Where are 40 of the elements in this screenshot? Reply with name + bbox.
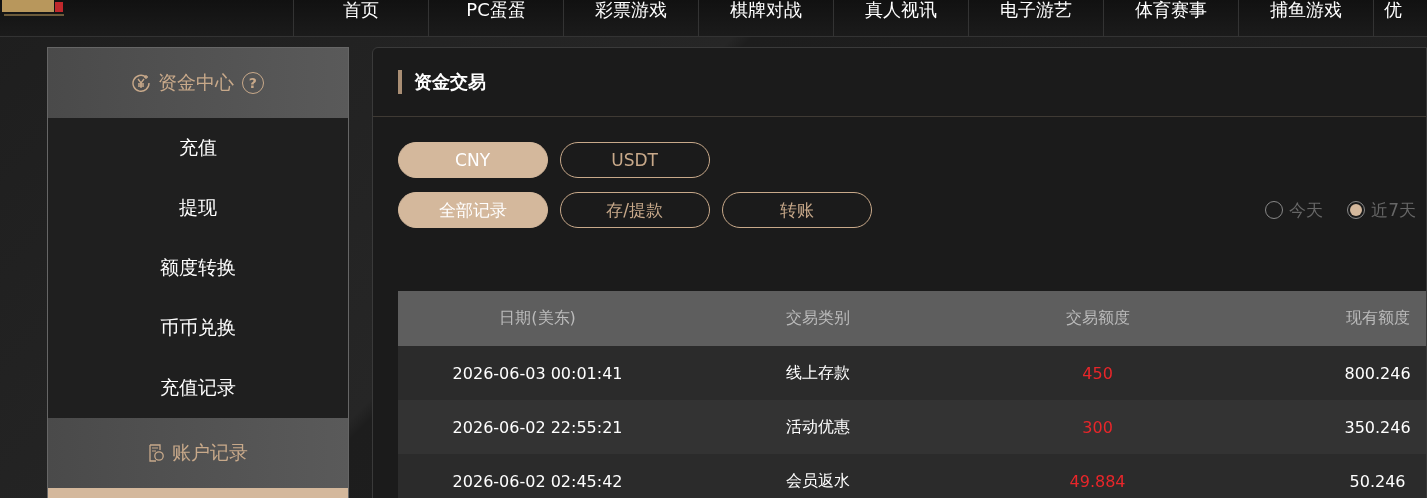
receipt-icon — [147, 444, 164, 462]
nav-link[interactable]: 优 — [1373, 0, 1402, 36]
menu-item[interactable]: 充值记录 — [48, 358, 348, 418]
column-header: 日期(美东) — [397, 291, 678, 346]
yen-coin-icon — [131, 74, 150, 92]
section-title: 资金中心 — [157, 70, 234, 95]
nav-link[interactable]: 体育赛事 — [1103, 0, 1238, 36]
menu-section-header[interactable]: 资金中心 ? — [48, 48, 348, 118]
column-header: 交易额度 — [957, 291, 1238, 346]
radio-label: 近7天 — [1371, 198, 1416, 222]
table-cell: 2026-06-02 02:45:42 — [397, 454, 678, 498]
table-cell: 50.246 — [1237, 454, 1426, 498]
nav-link[interactable]: PC蛋蛋 — [428, 0, 563, 36]
radio-label: 今天 — [1289, 198, 1324, 222]
table-cell: 2026-06-02 22:55:21 — [397, 400, 678, 454]
table-cell: 350.246 — [1237, 400, 1426, 454]
column-header: 交易类别 — [677, 291, 958, 346]
panel-title: 资金交易 — [413, 70, 486, 94]
table-cell: 800.246 — [1237, 346, 1426, 400]
table-cell: 活动优惠 — [677, 400, 958, 454]
column-header: 现有额度 — [1237, 291, 1426, 346]
table-cell: 450 — [957, 346, 1238, 400]
table-cell: 线上存款 — [677, 346, 958, 400]
menu-item[interactable]: 币币兑换 — [48, 298, 348, 358]
menu-item[interactable]: 提现 — [48, 178, 348, 238]
table-cell: 300 — [957, 400, 1238, 454]
menu-item[interactable]: 充值 — [48, 118, 348, 178]
table-cell: 2026-06-03 00:01:41 — [397, 346, 678, 400]
table-cell: 49.884 — [957, 454, 1238, 498]
nav-link[interactable]: 电子游艺 — [968, 0, 1103, 36]
table-cell: 会员返水 — [677, 454, 958, 498]
menu-section-header[interactable]: 账户记录 — [48, 418, 348, 488]
nav-link[interactable]: 彩票游戏 — [563, 0, 698, 36]
logo-drawing — [2, 0, 66, 18]
nav-link[interactable]: 首页 — [293, 0, 428, 36]
nav-link[interactable]: 棋牌对战 — [698, 0, 833, 36]
menu-item[interactable]: 额度转换 — [48, 238, 348, 298]
nav-link[interactable]: 真人视讯 — [833, 0, 968, 36]
section-title: 账户记录 — [171, 440, 248, 465]
nav-link[interactable]: 捕鱼游戏 — [1238, 0, 1373, 36]
